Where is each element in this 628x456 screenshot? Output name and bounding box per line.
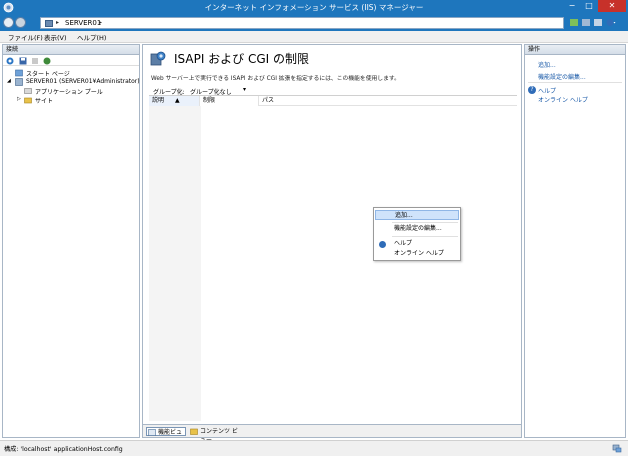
save-icon[interactable] — [19, 57, 27, 65]
list-body[interactable] — [201, 106, 517, 421]
up-icon[interactable] — [31, 57, 39, 65]
breadcrumb-chevron-icon: ▸ — [56, 19, 60, 26]
start-page-icon — [15, 69, 23, 77]
menu-view[interactable]: 表示(V) — [44, 32, 67, 42]
tree-item-start-page[interactable]: スタート ページ — [26, 69, 70, 78]
group-by-bar: グループ化: グループ化なし ▾ — [149, 85, 517, 96]
menu-bar: ファイル(F) 表示(V) ヘルプ(H) — [0, 31, 628, 43]
feature-description: Web サーバー上で実行できる ISAPI および CGI 拡張を指定するには、… — [151, 76, 400, 82]
content-view-icon — [190, 428, 198, 435]
globe-icon[interactable] — [43, 57, 51, 65]
group-by-select[interactable]: グループ化なし ▾ — [188, 86, 248, 96]
actions-separator — [528, 82, 622, 83]
title-bar: インターネット インフォメーション サービス (IIS) マネージャー − □ … — [0, 0, 628, 15]
action-edit-settings-link[interactable]: 機能設定の編集... — [538, 72, 586, 81]
status-bar: 構成: 'localhost' applicationHost.config — [0, 440, 628, 456]
context-menu-separator — [392, 222, 458, 223]
chevron-down-icon: ▾ — [242, 86, 246, 93]
tab-content-view[interactable]: コンテンツ ビュー — [189, 427, 239, 444]
tab-features-view[interactable]: 機能ビュー — [146, 427, 186, 445]
connections-header: 接続 — [3, 45, 139, 55]
sort-ascending-icon: ▲ — [175, 97, 180, 104]
back-button[interactable] — [3, 17, 14, 28]
actions-panel: 操作 追加... 機能設定の編集... ? ヘルプ オンライン ヘルプ — [524, 44, 626, 438]
breadcrumb-chevron-icon[interactable]: ▸ — [99, 19, 102, 26]
column-restriction[interactable]: 制限 — [200, 96, 259, 106]
breadcrumb-server[interactable]: SERVER01 — [65, 19, 101, 27]
features-view-icon — [148, 429, 156, 436]
column-description[interactable]: 説明 ▲ — [149, 96, 200, 106]
tree-expand-icon[interactable]: ◢ — [7, 78, 11, 84]
minimize-button[interactable]: − — [564, 0, 580, 12]
action-add-link[interactable]: 追加... — [538, 60, 556, 69]
help-dropdown-icon[interactable] — [606, 18, 616, 27]
group-by-value: グループ化なし — [190, 89, 232, 96]
menu-file[interactable]: ファイル(F) — [8, 32, 43, 42]
sites-folder-icon — [24, 97, 32, 104]
feature-panel: ISAPI および CGI の制限 Web サーバー上で実行できる ISAPI … — [142, 44, 522, 445]
connect-icon[interactable] — [6, 57, 14, 65]
column-path[interactable]: パス — [259, 96, 409, 106]
isapi-cgi-icon — [150, 51, 166, 66]
menu-help[interactable]: ヘルプ(H) — [77, 32, 106, 42]
address-bar: ▸ SERVER01 ▸ — [0, 15, 628, 31]
tree-item-sites[interactable]: サイト — [35, 96, 53, 105]
forward-button[interactable] — [15, 17, 26, 28]
list-header: 説明 ▲ 制限 パス — [149, 96, 517, 106]
connections-toolbar — [3, 55, 139, 66]
action-help-link[interactable]: ヘルプ — [538, 86, 556, 95]
server-tree-icon — [15, 78, 23, 86]
tree-item-app-pools[interactable]: アプリケーション プール — [35, 87, 103, 96]
server-icon — [45, 20, 53, 27]
context-menu-online-help[interactable]: オンライン ヘルプ — [375, 249, 459, 259]
home-icon[interactable] — [593, 18, 603, 27]
tree-item-server[interactable]: SERVER01 (SERVER01¥Administrator) — [26, 78, 140, 85]
context-menu-help[interactable]: ヘルプ — [375, 239, 459, 249]
close-button[interactable]: ✕ — [598, 0, 626, 12]
maximize-button[interactable]: □ — [581, 0, 597, 12]
tree-collapse-icon[interactable]: ▷ — [17, 96, 21, 102]
refresh-icon[interactable] — [569, 18, 579, 27]
status-text: 構成: 'localhost' applicationHost.config — [4, 446, 123, 453]
network-status-icon — [612, 444, 622, 453]
column-description-label: 説明 — [152, 97, 165, 104]
stop-icon[interactable] — [581, 18, 591, 27]
action-online-help-link[interactable]: オンライン ヘルプ — [538, 95, 588, 104]
connections-panel: 接続 スタート ページ ◢ SERVER01 (SERVER01¥Adminis… — [2, 44, 140, 438]
actions-header: 操作 — [525, 45, 625, 55]
view-tabs: 機能ビュー コンテンツ ビュー — [143, 424, 521, 445]
help-icon: ? — [528, 86, 536, 94]
group-by-label: グループ化: — [153, 89, 185, 96]
list-body-sorted-column[interactable] — [149, 106, 201, 421]
app-pool-icon — [24, 88, 32, 94]
window-title: インターネット インフォメーション サービス (IIS) マネージャー — [204, 3, 424, 12]
context-menu: 追加... 機能設定の編集... ヘルプ オンライン ヘルプ — [373, 207, 461, 261]
context-menu-edit-settings[interactable]: 機能設定の編集... — [375, 224, 459, 234]
context-menu-add[interactable]: 追加... — [375, 210, 459, 220]
address-field[interactable]: ▸ SERVER01 ▸ — [40, 17, 564, 29]
context-menu-separator — [392, 236, 458, 237]
page-title: ISAPI および CGI の制限 — [174, 52, 310, 66]
